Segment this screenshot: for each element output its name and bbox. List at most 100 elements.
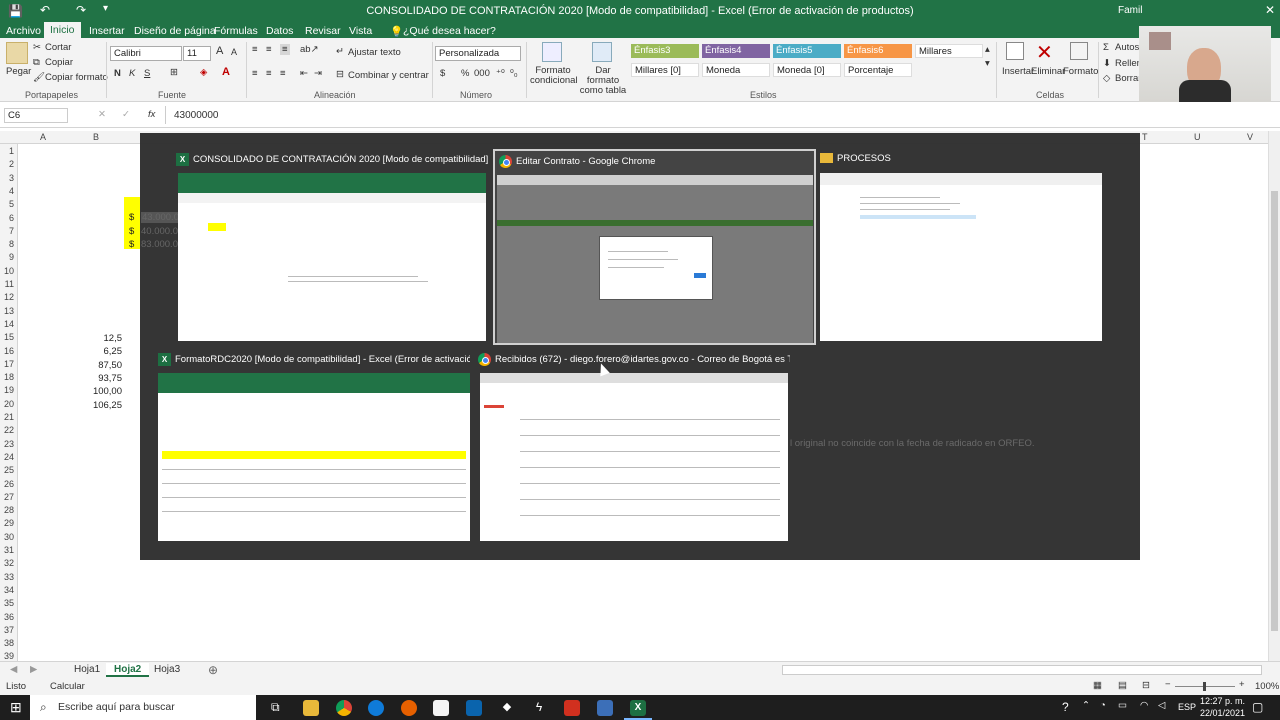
row-header[interactable]: 33 — [0, 572, 14, 582]
cell-dollar-7[interactable]: $ — [129, 226, 134, 237]
align-top-icon[interactable]: ≡ — [252, 44, 258, 55]
delete-cells-button[interactable]: Eliminar — [1031, 66, 1065, 77]
enter-icon[interactable]: ✓ — [122, 109, 130, 120]
row-header[interactable]: 9 — [0, 252, 14, 262]
scroll-sheets-right-icon[interactable]: ▶ — [30, 664, 37, 675]
row-header[interactable]: 18 — [0, 372, 14, 382]
sheet-tab-hoja2[interactable]: Hoja2 — [106, 663, 150, 677]
italic-button[interactable]: K — [129, 68, 135, 79]
align-bottom-icon[interactable]: ≡ — [280, 44, 290, 55]
clear-button[interactable]: Borrar — [1115, 73, 1141, 84]
row-header[interactable]: 21 — [0, 412, 14, 422]
volume-icon[interactable]: ◁ — [1158, 700, 1165, 711]
zoom-in-icon[interactable]: + — [1239, 679, 1245, 690]
app-icon[interactable] — [597, 700, 613, 716]
task-window-procesos[interactable]: PROCESOS — [820, 153, 1102, 343]
formula-input[interactable]: 43000000 — [174, 110, 219, 121]
row-header[interactable]: 8 — [0, 239, 14, 249]
task-window-gmail[interactable]: Recibidos (672) - diego.forero@idartes.g… — [478, 353, 790, 543]
insert-cells-button[interactable]: Insertar — [1002, 66, 1034, 77]
shrink-font-icon[interactable]: A — [231, 47, 237, 57]
cell-style-item[interactable]: Énfasis3 — [631, 44, 699, 58]
gallery-scroll-down-icon[interactable]: ▾ — [985, 58, 990, 69]
column-b-header[interactable]: B — [93, 132, 99, 142]
notification-icon[interactable]: ▢ — [1252, 700, 1263, 714]
table-format-button[interactable]: Dar formato como tabla — [578, 66, 628, 96]
increase-decimal-icon[interactable]: ⁺⁰ — [496, 68, 505, 79]
cell-style-item[interactable]: Millares [0] — [631, 63, 699, 77]
font-name-select[interactable]: Calibri — [110, 46, 182, 61]
row-header[interactable]: 14 — [0, 319, 14, 329]
decrease-decimal-icon[interactable]: ⁰₀ — [510, 68, 518, 79]
align-middle-icon[interactable]: ≡ — [266, 44, 272, 55]
percent-button[interactable]: % — [461, 68, 469, 79]
align-left-icon[interactable]: ≡ — [252, 68, 258, 79]
wrap-text-button[interactable]: Ajustar texto — [348, 47, 401, 58]
tab-formulas[interactable]: Fórmulas — [208, 23, 264, 39]
grow-font-icon[interactable]: A — [216, 45, 223, 57]
row-header[interactable]: 32 — [0, 558, 14, 568]
row-header[interactable]: 16 — [0, 346, 14, 356]
fill-button[interactable]: Rellen — [1115, 58, 1142, 69]
row-header[interactable]: 6 — [0, 213, 14, 223]
task-window-formatordc[interactable]: X FormatoRDC2020 [Modo de compatibilidad]… — [158, 353, 470, 543]
windows-start-icon[interactable]: ⊞ — [10, 699, 22, 716]
row-header[interactable]: 25 — [0, 465, 14, 475]
row-header[interactable]: 28 — [0, 505, 14, 515]
close-icon[interactable]: ✕ — [1265, 3, 1275, 17]
tab-revisar[interactable]: Revisar — [299, 23, 347, 39]
bolt-icon[interactable]: ϟ — [531, 700, 547, 716]
conditional-format-button[interactable]: Formato condicional — [530, 66, 578, 86]
row-header[interactable]: 38 — [0, 638, 14, 648]
tray-chevron-icon[interactable]: ⌃ — [1082, 700, 1090, 711]
row-header[interactable]: 29 — [0, 518, 14, 528]
vertical-scrollbar[interactable] — [1268, 131, 1280, 661]
merge-center-button[interactable]: Combinar y centrar — [348, 70, 429, 81]
gallery-scroll-icon[interactable]: ▴ — [985, 44, 990, 55]
row-header[interactable]: 17 — [0, 359, 14, 369]
row-header[interactable]: 39 — [0, 651, 14, 661]
row-header[interactable]: 2 — [0, 159, 14, 169]
cell-style-item[interactable]: Énfasis4 — [702, 44, 770, 58]
taskbar-search-box[interactable]: ⌕ Escribe aquí para buscar — [30, 695, 256, 720]
cell-style-item[interactable]: Porcentaje — [844, 63, 912, 77]
task-view-icon[interactable]: ⧉ — [271, 700, 280, 715]
file-explorer-icon[interactable] — [303, 700, 319, 716]
row-header[interactable]: 35 — [0, 598, 14, 608]
row-header[interactable]: 1 — [0, 146, 14, 156]
underline-button[interactable]: S — [144, 68, 150, 79]
row-header[interactable]: 30 — [0, 532, 14, 542]
delete-cells-icon[interactable]: ✕ — [1036, 40, 1053, 65]
bold-button[interactable]: N — [114, 68, 121, 79]
fx-button[interactable]: fx — [148, 109, 155, 120]
column-a-header[interactable]: A — [40, 132, 46, 142]
cell-style-item[interactable]: Énfasis6 — [844, 44, 912, 58]
task-window-editar-contrato[interactable]: Editar Contrato - Google Chrome — [493, 149, 816, 345]
cell-b16[interactable]: 6,25 — [88, 346, 123, 357]
row-header[interactable]: 23 — [0, 439, 14, 449]
cancel-icon[interactable]: ✕ — [98, 109, 106, 120]
row-header[interactable]: 12 — [0, 292, 14, 302]
taskbar-search-input[interactable]: Escribe aquí para buscar — [58, 701, 175, 713]
row-header[interactable]: 19 — [0, 385, 14, 395]
zoom-slider-thumb[interactable] — [1203, 682, 1206, 691]
cell-b15[interactable]: 12,5 — [88, 333, 123, 344]
network-icon[interactable]: ◔ — [1100, 700, 1106, 711]
cell-style-item[interactable]: Millares — [915, 44, 983, 58]
tab-archivo[interactable]: Archivo — [0, 23, 47, 39]
chrome-taskbar-icon[interactable] — [336, 700, 352, 716]
cell-dollar-6[interactable]: $ — [129, 212, 134, 223]
currency-button[interactable]: $ — [440, 68, 445, 79]
paste-icon[interactable] — [6, 42, 28, 64]
cell-b17[interactable]: 87,50 — [88, 360, 122, 371]
copy-button[interactable]: Copiar — [45, 57, 73, 68]
font-size-select[interactable]: 11 — [183, 46, 211, 61]
tab-insertar[interactable]: Insertar — [83, 23, 131, 39]
column-v-header[interactable]: V — [1247, 132, 1253, 142]
dropbox-icon[interactable]: ◆ — [499, 700, 515, 716]
row-header[interactable]: 24 — [0, 452, 14, 462]
format-painter-button[interactable]: Copiar formato — [45, 72, 108, 83]
row-header[interactable]: 27 — [0, 492, 14, 502]
firefox-icon[interactable] — [401, 700, 417, 716]
clock-time[interactable]: 12:27 p. m. — [1200, 696, 1245, 706]
